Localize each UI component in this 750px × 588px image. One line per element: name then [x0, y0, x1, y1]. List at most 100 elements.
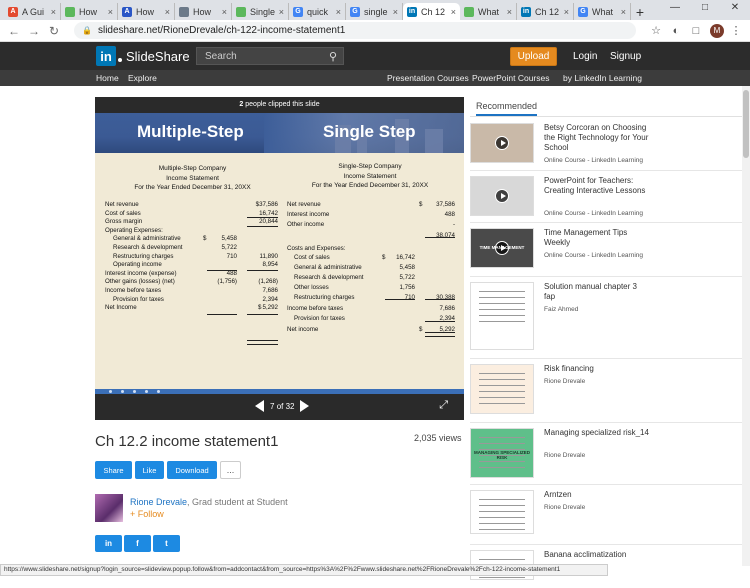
- linkedin-share-button[interactable]: in: [95, 535, 122, 552]
- recommended-item[interactable]: PowerPoint for Teachers: Creating Intera…: [470, 176, 742, 224]
- extension-icon[interactable]: ◐: [668, 25, 684, 37]
- left-row-total: 11,890: [259, 252, 278, 260]
- recommended-title[interactable]: Banana acclimatization: [544, 550, 650, 560]
- tab-close-icon[interactable]: ×: [507, 7, 512, 17]
- follow-button[interactable]: + Follow: [130, 509, 164, 519]
- next-slide-icon[interactable]: [300, 400, 310, 412]
- signup-link[interactable]: Signup: [610, 51, 641, 62]
- recommended-thumbnail[interactable]: MANAGING SPECIALIZED RISK: [470, 428, 534, 478]
- slide-dot[interactable]: [157, 390, 160, 393]
- share-button[interactable]: Share: [95, 461, 132, 479]
- like-button[interactable]: Like: [135, 461, 164, 479]
- browser-tab[interactable]: Single ×: [232, 3, 289, 20]
- thumbnail-text-line: [479, 403, 525, 404]
- close-window-icon[interactable]: ✕: [720, 2, 750, 13]
- bookmark-star-icon[interactable]: ☆: [648, 24, 664, 37]
- recommended-item[interactable]: Risk financing Rione Drevale: [470, 364, 742, 422]
- login-link[interactable]: Login: [573, 51, 597, 62]
- browser-tab[interactable]: How ×: [61, 3, 118, 20]
- nav-home[interactable]: Home: [96, 73, 119, 83]
- nav-presentation-courses[interactable]: Presentation Courses: [387, 73, 469, 83]
- recommended-title[interactable]: Risk financing: [544, 364, 650, 374]
- address-bar[interactable]: 🔒 slideshare.net/RioneDrevale/ch-122-inc…: [74, 22, 636, 39]
- tab-close-icon[interactable]: ×: [336, 7, 341, 17]
- browser-tab[interactable]: in Ch 12 ×: [403, 3, 460, 20]
- thumbnail-text-line: [479, 385, 525, 386]
- clipped-banner[interactable]: 2 people clipped this slide: [95, 97, 464, 113]
- minimize-icon[interactable]: —: [660, 2, 690, 13]
- nav-powerpoint-courses[interactable]: PowerPoint Courses: [472, 73, 549, 83]
- reload-icon[interactable]: ↻: [46, 24, 62, 38]
- recommended-title[interactable]: Managing specialized risk_14: [544, 428, 650, 438]
- tab-close-icon[interactable]: ×: [108, 7, 113, 17]
- browser-tab[interactable]: How ×: [175, 3, 232, 20]
- search-input[interactable]: Search ⚲: [196, 47, 344, 65]
- recommended-item[interactable]: TIME MANAGEMENT Time Management Tips Week…: [470, 228, 742, 276]
- recommended-title[interactable]: Betsy Corcoran on Choosing the Right Tec…: [544, 123, 650, 153]
- browser-tab[interactable]: A A Gui ×: [4, 3, 61, 20]
- tab-close-icon[interactable]: ×: [222, 7, 227, 17]
- new-tab-icon[interactable]: +: [631, 3, 649, 20]
- recommended-title[interactable]: Solution manual chapter 3 fap: [544, 282, 650, 302]
- tab-close-icon[interactable]: ×: [451, 7, 456, 17]
- browser-tab[interactable]: Gsingle ×: [346, 3, 403, 20]
- slideshare-logo-text[interactable]: SlideShare: [126, 49, 190, 64]
- linkedin-logo[interactable]: in: [96, 46, 116, 66]
- fullscreen-icon[interactable]: ⤢: [439, 399, 448, 412]
- forward-icon[interactable]: →: [26, 24, 42, 38]
- tab-close-icon[interactable]: ×: [165, 7, 170, 17]
- play-icon[interactable]: [495, 189, 509, 203]
- upload-button[interactable]: Upload: [510, 47, 557, 66]
- slide-dot[interactable]: [121, 390, 124, 393]
- author-avatar[interactable]: [95, 494, 123, 522]
- back-icon[interactable]: ←: [6, 24, 22, 38]
- more-options-button[interactable]: ...: [220, 461, 241, 479]
- tab-close-icon[interactable]: ×: [621, 7, 626, 17]
- prev-slide-icon[interactable]: [255, 400, 264, 412]
- tab-close-icon[interactable]: ×: [564, 7, 569, 17]
- recommended-item[interactable]: MANAGING SPECIALIZED RISK Managing specia…: [470, 428, 742, 486]
- cast-icon[interactable]: □: [688, 25, 704, 37]
- search-icon[interactable]: ⚲: [329, 50, 337, 63]
- recommended-thumbnail[interactable]: [470, 490, 534, 534]
- browser-tab[interactable]: Gquick ×: [289, 3, 346, 20]
- browser-tab[interactable]: A How ×: [118, 3, 175, 20]
- nav-explore[interactable]: Explore: [128, 73, 157, 83]
- play-icon[interactable]: [495, 136, 509, 150]
- profile-avatar[interactable]: M: [710, 23, 724, 38]
- recommended-item[interactable]: Arntzen Rione Drevale: [470, 490, 742, 542]
- right-row-total: 37,586: [436, 201, 455, 208]
- slide-image[interactable]: Multiple-Step Single Step Multiple-Step …: [95, 113, 464, 389]
- browser-tab[interactable]: G What ×: [574, 3, 631, 20]
- slide-dot[interactable]: [145, 390, 148, 393]
- recommended-thumbnail[interactable]: [470, 364, 534, 414]
- tab-close-icon[interactable]: ×: [51, 7, 56, 17]
- menu-kebab-icon[interactable]: ⋮: [728, 24, 744, 37]
- recommended-tab[interactable]: Recommended: [476, 101, 538, 116]
- recommended-thumbnail[interactable]: [470, 282, 534, 350]
- slide-dot[interactable]: [133, 390, 136, 393]
- recommended-item[interactable]: Betsy Corcoran on Choosing the Right Tec…: [470, 123, 742, 171]
- tab-close-icon[interactable]: ×: [279, 7, 284, 17]
- nav-linkedin-learning[interactable]: by LinkedIn Learning: [563, 73, 642, 83]
- scrollbar-thumb[interactable]: [743, 90, 749, 158]
- recommended-title[interactable]: PowerPoint for Teachers: Creating Intera…: [544, 176, 650, 196]
- twitter-share-button[interactable]: t: [153, 535, 180, 552]
- maximize-icon[interactable]: □: [690, 2, 720, 13]
- author-link[interactable]: Rione Drevale: [130, 497, 187, 507]
- recommended-thumbnail[interactable]: [470, 123, 534, 163]
- slide-dot[interactable]: [109, 390, 112, 393]
- recommended-title[interactable]: Time Management Tips Weekly: [544, 228, 650, 248]
- tab-close-icon[interactable]: ×: [393, 7, 398, 17]
- recommended-thumbnail[interactable]: [470, 176, 534, 216]
- page-scrollbar[interactable]: [742, 86, 750, 566]
- browser-tab[interactable]: What ×: [460, 3, 517, 20]
- recommended-title[interactable]: Arntzen: [544, 490, 650, 500]
- right-row-label: Net income: [287, 326, 319, 333]
- statement-rule: [207, 314, 237, 315]
- facebook-share-button[interactable]: f: [124, 535, 151, 552]
- recommended-thumbnail[interactable]: TIME MANAGEMENT: [470, 228, 534, 268]
- download-button[interactable]: Download: [167, 461, 217, 479]
- browser-tab[interactable]: in Ch 12 ×: [517, 3, 574, 20]
- recommended-item[interactable]: Solution manual chapter 3 fap Faiz Ahmed: [470, 282, 742, 358]
